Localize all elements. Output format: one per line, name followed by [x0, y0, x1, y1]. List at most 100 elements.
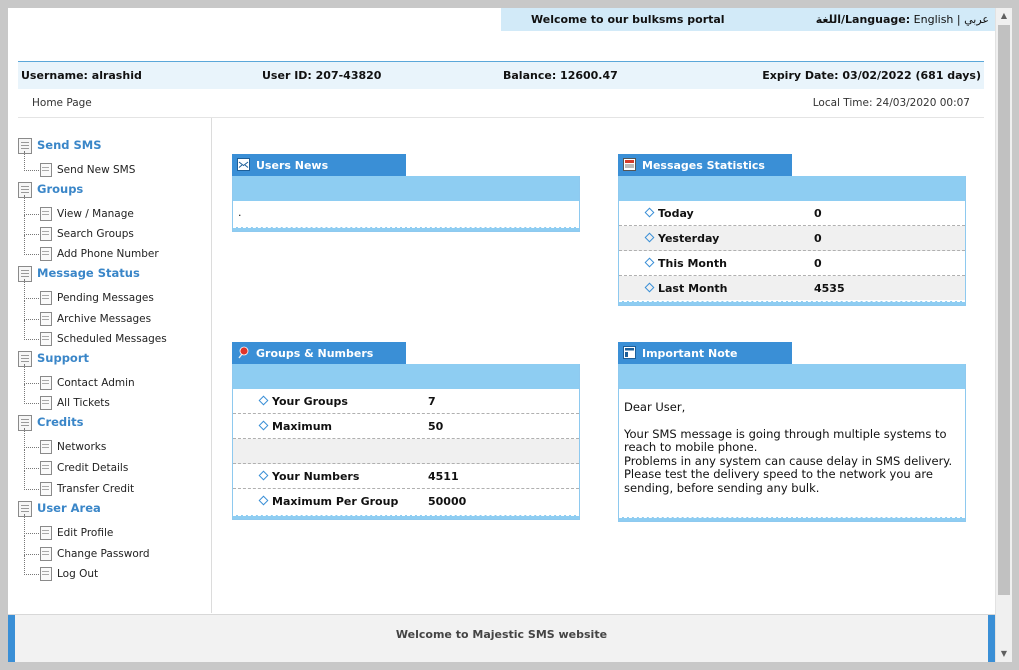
page-frame: Welcome to our bulksms portal اللغة/Lang…	[8, 8, 995, 662]
tree-line	[24, 470, 39, 490]
page-icon	[40, 547, 52, 561]
stat-value: 4511	[428, 470, 459, 483]
sidebar-item-label: Scheduled Messages	[57, 333, 167, 345]
language-switcher: اللغة/Language: English | عربي	[816, 13, 989, 26]
balance-text: Balance: 12600.47	[503, 69, 618, 82]
panel-header-strip	[233, 176, 579, 201]
statistics-icon	[623, 158, 636, 171]
scroll-up-arrow-icon[interactable]: ▲	[996, 8, 1012, 24]
panel-footer-strip	[233, 515, 579, 519]
sidebar-item-label: All Tickets	[57, 397, 110, 409]
panel-footer-strip	[619, 517, 965, 521]
language-label: اللغة/Language:	[815, 13, 911, 26]
important-note-body: Dear User, Your SMS message is going thr…	[618, 364, 966, 522]
stat-label: Last Month	[658, 282, 728, 295]
stat-value: 0	[814, 232, 822, 245]
diamond-bullet-icon	[644, 257, 655, 268]
stat-label: Your Numbers	[272, 470, 360, 483]
stat-label: Maximum Per Group	[272, 495, 399, 508]
tree-line	[24, 215, 39, 235]
sidebar-section-label: Send SMS	[37, 138, 102, 152]
panel-title: Groups & Numbers	[256, 347, 374, 360]
stat-value: 50	[428, 420, 444, 433]
diamond-bullet-icon	[258, 420, 269, 431]
panel-footer-strip	[233, 227, 579, 231]
page-icon	[40, 332, 52, 346]
sidebar-item-label: Add Phone Number	[57, 248, 159, 260]
panel-header-strip	[233, 364, 579, 389]
tree-line	[24, 320, 39, 340]
diamond-bullet-icon	[644, 282, 655, 293]
tree-line	[24, 384, 39, 404]
page-icon	[40, 567, 52, 581]
page-icon	[40, 163, 52, 177]
tree-line	[24, 279, 39, 299]
panel-title: Messages Statistics	[642, 159, 765, 172]
welcome-bar: Welcome to our bulksms portal اللغة/Lang…	[501, 8, 995, 31]
breadcrumb-home[interactable]: Home Page	[32, 97, 92, 109]
stat-row-this-month: This Month 0	[619, 251, 965, 276]
tree-line	[24, 151, 39, 171]
stat-label: This Month	[658, 257, 727, 270]
panel-footer-strip	[619, 301, 965, 305]
stat-label: Maximum	[272, 420, 332, 433]
stat-value: 0	[814, 207, 822, 220]
important-note-panel: Important Note Dear User, Your SMS messa…	[618, 342, 966, 522]
page-icon	[40, 376, 52, 390]
panel-header-strip	[619, 364, 965, 389]
stat-value: 0	[814, 257, 822, 270]
page-icon	[40, 482, 52, 496]
stat-row-yesterday: Yesterday 0	[619, 226, 965, 251]
important-note-text: Dear User, Your SMS message is going thr…	[624, 400, 959, 495]
tree-line	[24, 235, 39, 255]
stat-label: Your Groups	[272, 395, 348, 408]
sidebar: Send SMS Send New SMS Groups View / Mana…	[18, 118, 212, 613]
local-time: Local Time: 24/03/2020 00:07	[812, 97, 970, 109]
page-icon	[40, 396, 52, 410]
diamond-bullet-icon	[258, 395, 269, 406]
user-id-text: User ID: 207-43820	[262, 69, 382, 82]
language-separator: |	[956, 13, 961, 26]
page-icon	[40, 207, 52, 221]
sidebar-item-label: Credit Details	[57, 462, 129, 474]
scrollbar-thumb[interactable]	[998, 25, 1010, 595]
messages-statistics-body: Today 0 Yesterday 0 This Month 0 Last Month…	[618, 176, 966, 306]
users-news-content: .	[238, 206, 242, 219]
sidebar-item-label: Contact Admin	[57, 377, 135, 389]
page-icon	[40, 247, 52, 261]
tree-line	[24, 555, 39, 575]
stat-value: 7	[428, 395, 436, 408]
stat-value: 4535	[814, 282, 845, 295]
users-news-tab: Users News	[232, 154, 406, 176]
footer-text: Welcome to Majestic SMS website	[395, 628, 608, 641]
note-line: Your SMS message is going through multip…	[624, 426, 947, 454]
important-note-tab: Important Note	[618, 342, 792, 364]
groups-numbers-panel: Groups & Numbers Your Groups 7 Maximum 50 …	[232, 342, 580, 520]
tree-line	[24, 195, 39, 215]
language-english-link[interactable]: English	[914, 13, 954, 26]
sidebar-item-label: Archive Messages	[57, 313, 152, 325]
scroll-down-arrow-icon[interactable]: ▼	[996, 646, 1012, 662]
stat-row-today: Today 0	[619, 201, 965, 226]
sidebar-section-label: Credits	[37, 415, 84, 429]
stat-row-last-month: Last Month 4535	[619, 276, 965, 300]
tree-line	[24, 449, 39, 469]
note-line: Please test the delivery speed to the ne…	[624, 467, 933, 495]
page-icon	[40, 461, 52, 475]
pin-icon	[238, 346, 249, 359]
sidebar-section-label: User Area	[37, 501, 101, 515]
messages-statistics-panel: Messages Statistics Today 0 Yesterday 0 Th…	[618, 154, 966, 306]
stat-row-spacer	[233, 439, 579, 464]
sidebar-item-label: Log Out	[57, 568, 99, 580]
note-greeting: Dear User,	[624, 400, 686, 414]
vertical-scrollbar[interactable]: ▲ ▼	[995, 8, 1012, 662]
panel-header-strip	[619, 176, 965, 201]
groups-numbers-tab: Groups & Numbers	[232, 342, 406, 364]
tree-line	[24, 428, 39, 448]
tree-line	[24, 300, 39, 320]
username-text: Username: alrashid	[21, 69, 142, 82]
sidebar-item-label: Networks	[57, 441, 107, 453]
language-arabic-link[interactable]: عربي	[964, 13, 989, 26]
sidebar-item-label: Change Password	[57, 548, 150, 560]
stat-value: 50000	[428, 495, 467, 508]
